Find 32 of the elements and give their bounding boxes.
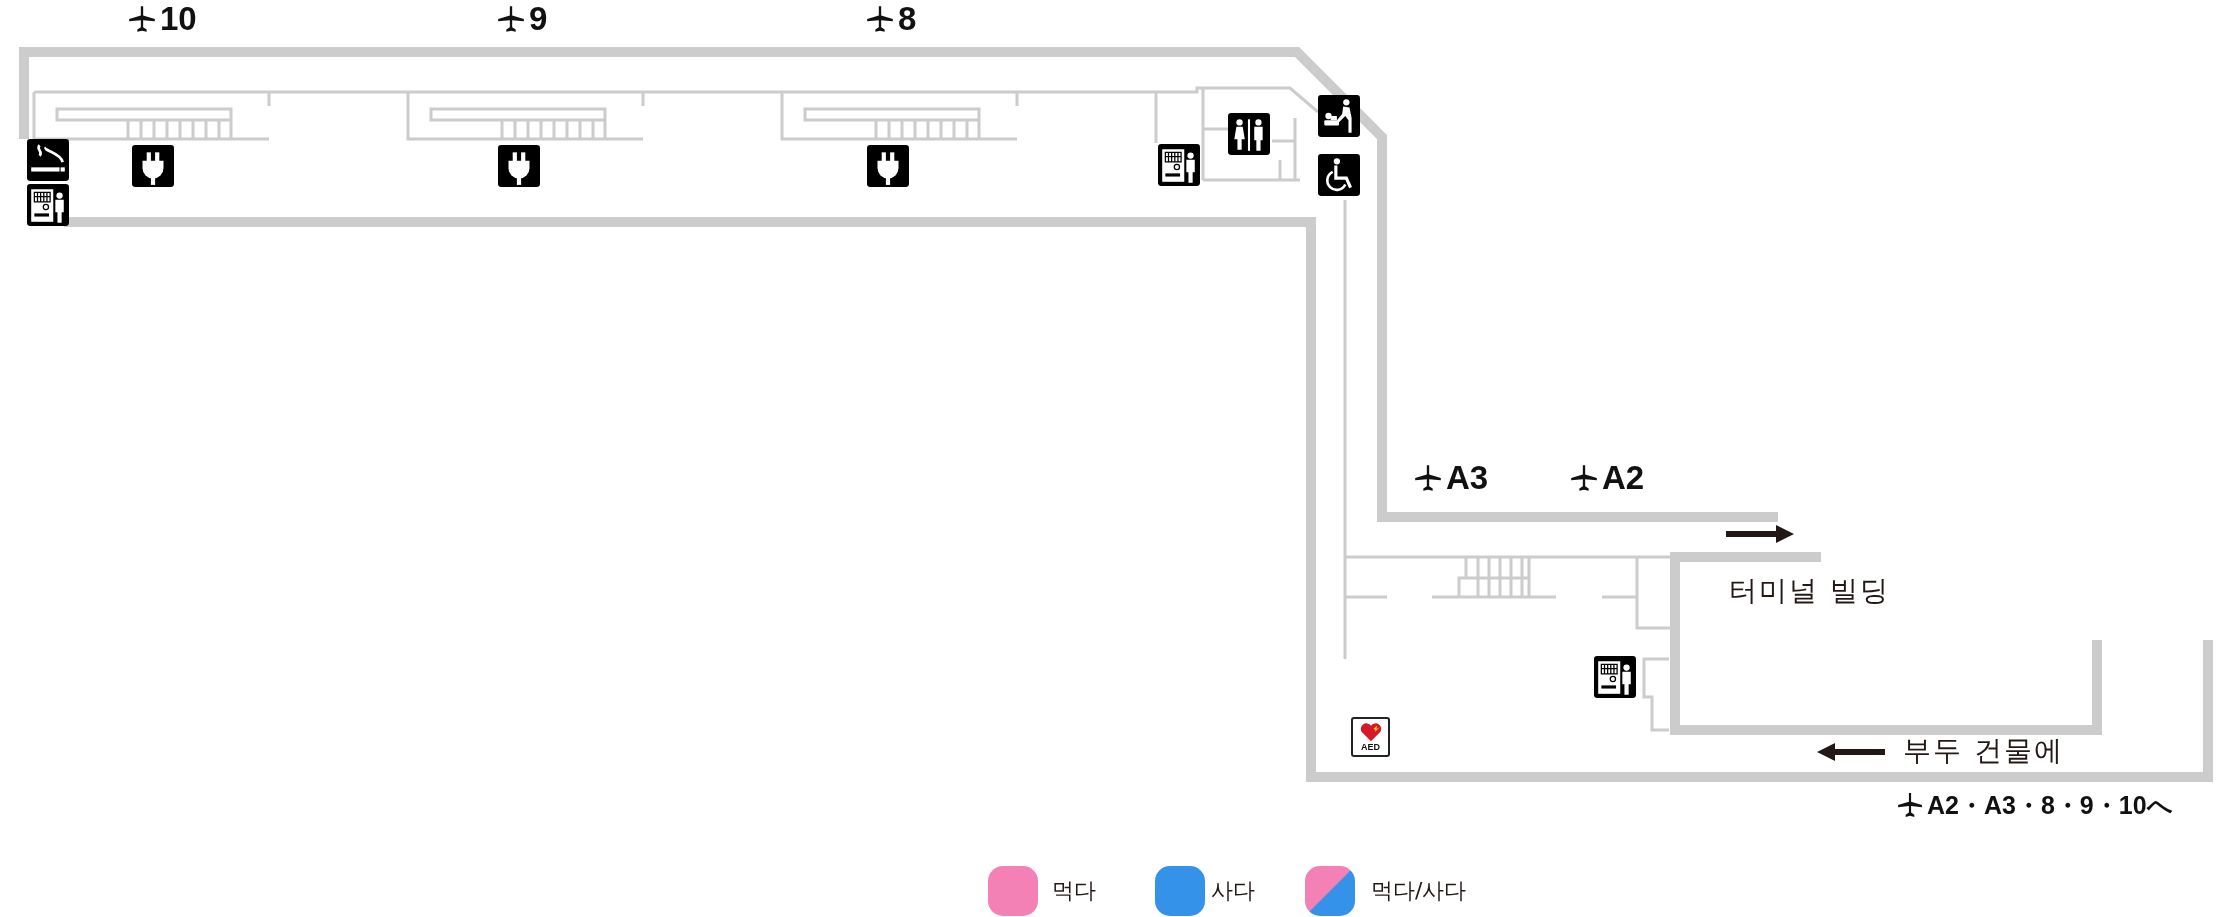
gate-label: 9 [529, 2, 548, 36]
gate-label: 10 [160, 2, 197, 36]
legend-label: 먹다/사다 [1371, 877, 1467, 905]
airplane-icon [497, 5, 525, 33]
area-label: 터미널 빌딩 [1729, 573, 1890, 609]
gate-label: 8 [898, 2, 917, 36]
plug-icon [867, 145, 909, 187]
plug-icon [132, 145, 174, 187]
left-arrow-icon [1817, 743, 1885, 761]
airplane-icon [128, 5, 156, 33]
airplane-icon [1897, 792, 1923, 818]
plug-icon [498, 145, 540, 187]
smoking-icon [27, 139, 69, 181]
baby-changing-icon [1318, 95, 1360, 137]
aed-label: AED [1361, 742, 1380, 752]
legend-label: 먹다 [1052, 877, 1096, 905]
wheelchair-icon [1318, 154, 1360, 196]
right-arrow-icon [1726, 525, 1794, 543]
vending-machine-icon [1158, 144, 1200, 186]
legend-swatch [1305, 866, 1355, 916]
gate-label: A3 [1446, 461, 1489, 495]
area-label: 부두 건물에 [1903, 733, 2064, 769]
airplane-icon [1414, 464, 1442, 492]
airplane-icon [866, 5, 894, 33]
vending-machine-icon [27, 184, 69, 226]
direction-label: A2・A3・8・9・10へ [1927, 790, 2173, 820]
heart-icon [1358, 722, 1383, 742]
vending-machine-icon [1594, 656, 1636, 698]
gate-label: A2 [1602, 461, 1645, 495]
restroom-icon [1228, 113, 1270, 155]
legend-label: 사다 [1211, 877, 1255, 905]
airplane-icon [1570, 464, 1598, 492]
